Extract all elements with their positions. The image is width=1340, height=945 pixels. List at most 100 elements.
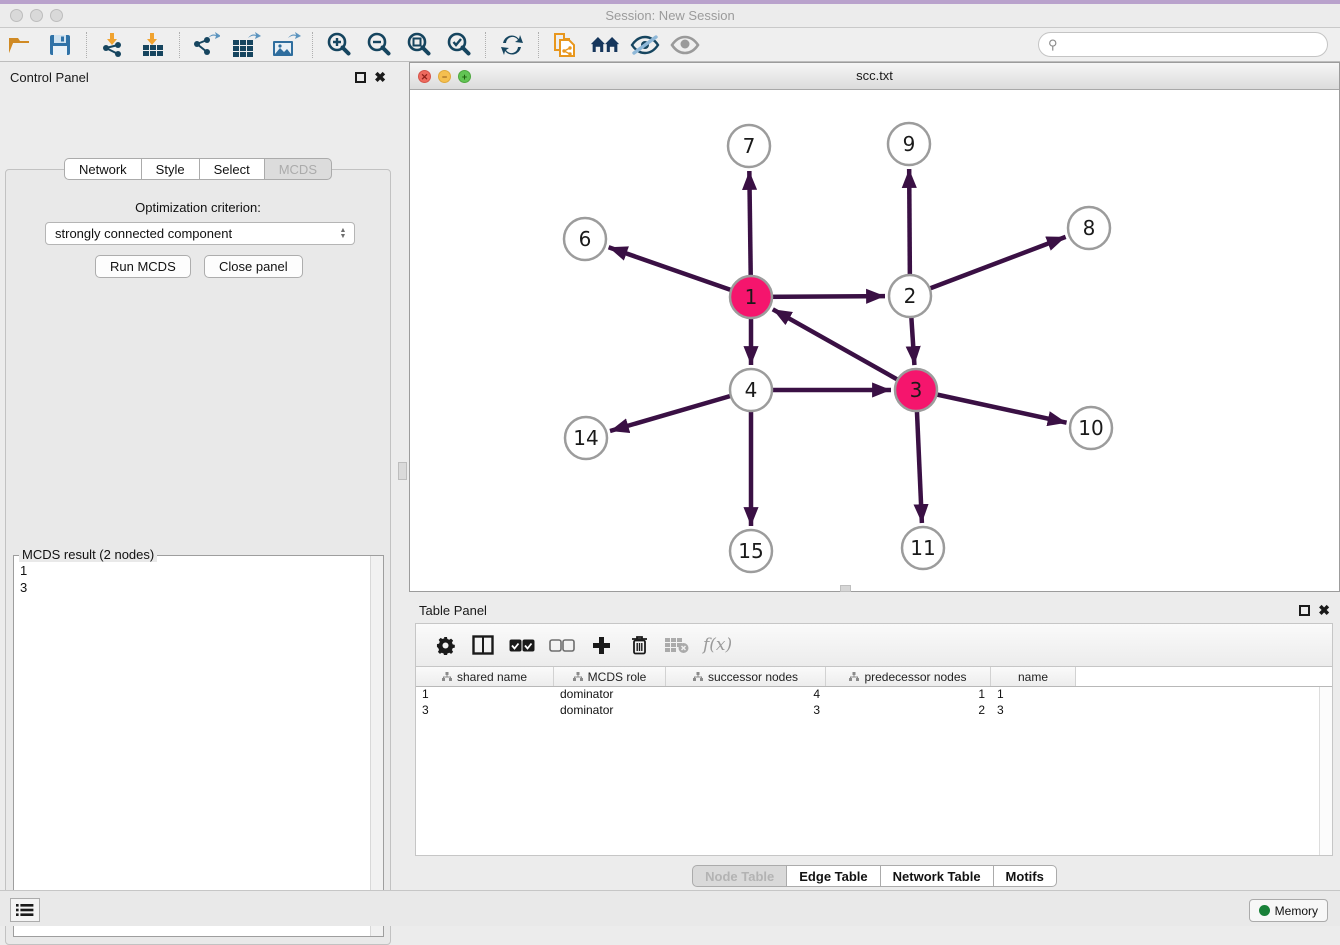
split-column-icon[interactable] (471, 633, 495, 657)
settings-gear-icon[interactable] (433, 633, 457, 657)
cell-successor-nodes[interactable]: 3 (666, 703, 826, 719)
network-canvas[interactable]: 7968124314101511 (410, 90, 1339, 591)
clone-network-icon[interactable] (550, 31, 580, 59)
graph-node-label: 1 (745, 285, 758, 309)
graph-edge-1-6[interactable] (609, 247, 751, 297)
vertical-splitter-handle[interactable] (398, 462, 407, 480)
cell-successor-nodes[interactable]: 4 (666, 687, 826, 703)
network-close-icon[interactable]: ✕ (418, 70, 431, 83)
cell-name[interactable]: 1 (991, 687, 1076, 703)
save-session-icon[interactable] (45, 31, 75, 59)
column-label: name (1018, 670, 1048, 684)
graph-node-label: 11 (910, 536, 935, 560)
close-panel-icon[interactable]: ✖ (374, 69, 386, 86)
memory-button[interactable]: Memory (1249, 899, 1328, 922)
column-header-mcds-role[interactable]: MCDS role (554, 667, 666, 686)
zoom-in-icon[interactable] (324, 31, 354, 59)
column-header-name[interactable]: name (991, 667, 1076, 686)
optimization-criterion-select[interactable]: strongly connected component ▲▼ (45, 222, 355, 245)
close-panel-button[interactable]: Close panel (204, 255, 303, 278)
window-close-button[interactable] (10, 9, 23, 22)
table-row[interactable]: 1 dominator 4 1 1 (416, 687, 1332, 703)
mcds-panel-body: Optimization criterion: strongly connect… (5, 169, 391, 945)
open-session-icon[interactable] (5, 31, 35, 59)
import-table-icon[interactable] (138, 31, 168, 59)
window-maximize-button[interactable] (50, 9, 63, 22)
task-history-button[interactable] (10, 898, 40, 922)
tab-network[interactable]: Network (64, 158, 141, 180)
refresh-view-icon[interactable] (497, 31, 527, 59)
tab-select[interactable]: Select (199, 158, 264, 180)
cell-mcds-role[interactable]: dominator (554, 703, 666, 719)
control-panel: Control Panel ✖ Network Style Select MCD… (0, 62, 396, 890)
graph-node-label: 15 (738, 539, 763, 563)
mcds-scrollbar[interactable] (370, 556, 383, 936)
mcds-result-list: 1 3 (20, 562, 27, 596)
list-icon (16, 903, 34, 917)
houses-icon[interactable] (590, 31, 620, 59)
window-title: Session: New Session (0, 4, 1340, 27)
column-label: shared name (457, 670, 527, 684)
delete-table-icon[interactable] (665, 633, 689, 657)
column-header-successor-nodes[interactable]: successor nodes (666, 667, 826, 686)
tab-style[interactable]: Style (141, 158, 199, 180)
window-minimize-button[interactable] (30, 9, 43, 22)
mcds-result-line: 3 (20, 579, 27, 596)
float-panel-icon[interactable] (1299, 605, 1310, 616)
cell-predecessor-nodes[interactable]: 2 (826, 703, 991, 719)
tab-mcds[interactable]: MCDS (264, 158, 332, 180)
graph-edge-3-1[interactable] (773, 309, 916, 390)
cell-name[interactable]: 3 (991, 703, 1076, 719)
zoom-fit-icon[interactable] (404, 31, 434, 59)
selected-criterion: strongly connected component (55, 226, 232, 241)
table-scrollbar[interactable] (1319, 687, 1332, 855)
delete-trash-icon[interactable] (627, 633, 651, 657)
node-table: shared name MCDS role successor nodes pr… (415, 666, 1333, 856)
search-input[interactable]: ⚲ (1038, 32, 1328, 57)
network-window-titlebar[interactable]: ✕ − + scc.txt (410, 63, 1339, 90)
toolbar-separator (179, 32, 180, 58)
function-fx-icon[interactable]: f(x) (703, 633, 732, 657)
graph-edge-2-8[interactable] (910, 237, 1066, 296)
column-header-predecessor-nodes[interactable]: predecessor nodes (826, 667, 991, 686)
cell-shared-name[interactable]: 3 (416, 703, 554, 719)
tab-network-table[interactable]: Network Table (880, 865, 993, 887)
tab-motifs[interactable]: Motifs (993, 865, 1057, 887)
export-image-icon[interactable] (271, 31, 301, 59)
export-network-icon[interactable] (191, 31, 221, 59)
network-zoom-icon[interactable]: + (458, 70, 471, 83)
checked-boxes-icon[interactable] (509, 633, 535, 657)
select-stepper-icon: ▲▼ (336, 225, 350, 242)
cell-predecessor-nodes[interactable]: 1 (826, 687, 991, 703)
zoom-selected-icon[interactable] (444, 31, 474, 59)
run-mcds-button[interactable]: Run MCDS (95, 255, 191, 278)
column-header-shared-name[interactable]: shared name (416, 667, 554, 686)
hide-selected-icon[interactable] (630, 31, 660, 59)
cell-mcds-role[interactable]: dominator (554, 687, 666, 703)
search-field[interactable] (1058, 37, 1327, 52)
column-header-filler (1076, 667, 1332, 686)
zoom-out-icon[interactable] (364, 31, 394, 59)
graph-node-label: 4 (745, 378, 758, 402)
show-all-icon[interactable] (670, 31, 700, 59)
network-window-title: scc.txt (410, 63, 1339, 89)
unchecked-boxes-icon[interactable] (549, 633, 575, 657)
network-view-window: ✕ − + scc.txt 7968124314101511 (409, 62, 1340, 592)
graph-node-label: 8 (1083, 216, 1096, 240)
toolbar-separator (485, 32, 486, 58)
float-panel-icon[interactable] (355, 72, 366, 83)
table-panel: Table Panel ✖ f(x) (409, 595, 1340, 890)
tab-node-table[interactable]: Node Table (692, 865, 786, 887)
network-graph: 7968124314101511 (410, 90, 1339, 591)
import-network-icon[interactable] (98, 31, 128, 59)
window-titlebar: Session: New Session (0, 4, 1340, 28)
tab-edge-table[interactable]: Edge Table (786, 865, 879, 887)
add-column-icon[interactable] (589, 633, 613, 657)
close-panel-icon[interactable]: ✖ (1318, 602, 1330, 619)
network-minimize-icon[interactable]: − (438, 70, 451, 83)
horizontal-splitter-handle[interactable] (840, 585, 851, 592)
table-row[interactable]: 3 dominator 3 2 3 (416, 703, 1332, 719)
export-table-icon[interactable] (231, 31, 261, 59)
graph-edge-3-10[interactable] (916, 390, 1067, 423)
cell-shared-name[interactable]: 1 (416, 687, 554, 703)
